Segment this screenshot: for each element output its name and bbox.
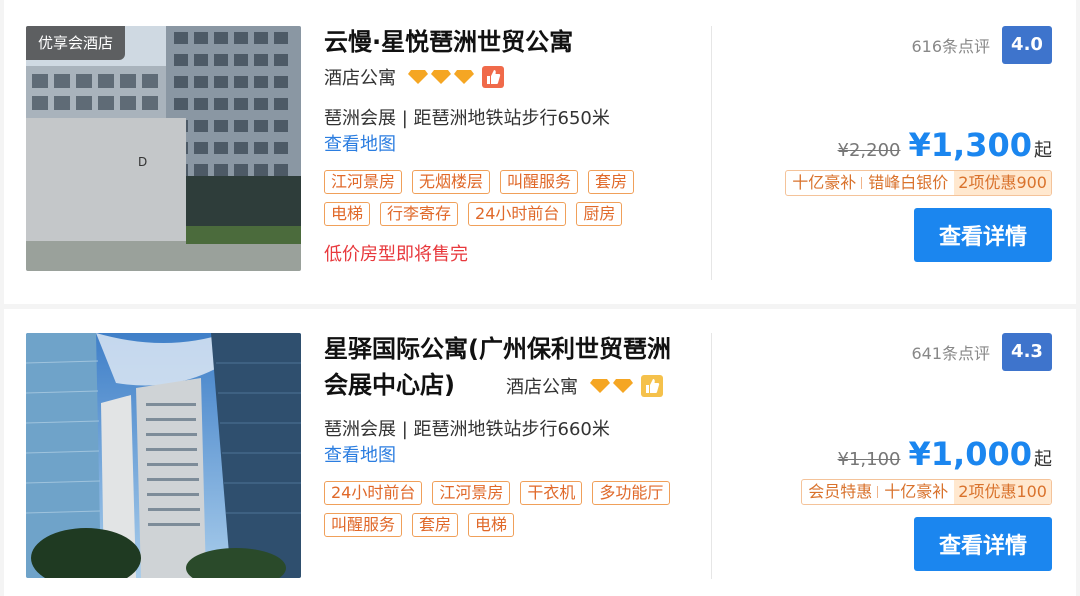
price-row: ¥2,200 ¥1,300 起 (742, 126, 1052, 164)
current-price: ¥1,300 (908, 126, 1032, 164)
hotel-location: 琶洲会展 | 距琶洲地铁站步行660米 (324, 419, 610, 440)
hotel-card[interactable]: D 优享会酒店 云慢·星悦琶洲世贸公寓 酒店公寓 琶洲会展 | 距琶洲地铁站步行… (4, 0, 1076, 304)
view-details-button[interactable]: 查看详情 (914, 208, 1052, 262)
promo-row: 会员特惠 十亿豪补 2项优惠100 (742, 479, 1052, 505)
promo-badge[interactable]: 会员特惠 十亿豪补 2项优惠100 (801, 479, 1052, 505)
divider (711, 333, 712, 579)
amenity-tag: 江河景房 (324, 170, 403, 194)
premium-hotel-badge: 优享会酒店 (26, 26, 126, 60)
hotel-card[interactable]: 星驿国际公寓(广州保利世贸琶洲会展中心店) 酒店公寓 琶洲会展 | 距琶洲地铁站… (4, 309, 1076, 596)
price-suffix: 起 (1034, 140, 1052, 161)
hotel-info: 星驿国际公寓(广州保利世贸琶洲会展中心店) 酒店公寓 琶洲会展 | 距琶洲地铁站… (324, 331, 694, 537)
price-panel: 616条点评 4.0 ¥2,200 ¥1,300 起 十亿豪补 错峰白银价 2项… (742, 26, 1052, 262)
hotel-name[interactable]: 云慢·星悦琶洲世贸公寓 (324, 24, 694, 60)
rating-score-badge: 4.3 (1002, 333, 1052, 371)
promo-label: 错峰白银价 (868, 173, 949, 192)
amenity-tag: 江河景房 (432, 481, 511, 505)
amenity-tags: 江河景房 无烟楼层 叫醒服务 套房 电梯 行李寄存 24小时前台 厨房 (324, 170, 684, 226)
diamond-icon (408, 70, 428, 84)
amenity-tag: 24小时前台 (468, 202, 567, 226)
amenity-tag: 电梯 (324, 202, 371, 226)
button-row: 查看详情 (742, 208, 1052, 262)
promo-label: 会员特惠 (802, 480, 879, 504)
amenity-tag: 套房 (412, 513, 459, 537)
hotel-photo-image: D (26, 26, 301, 271)
diamond-icon (454, 70, 474, 84)
hotel-photo[interactable] (26, 333, 301, 578)
diamond-rating (408, 70, 474, 84)
amenity-tag: 叫醒服务 (324, 513, 403, 537)
rating-row: 616条点评 4.0 (742, 26, 1052, 64)
amenity-tag: 干衣机 (520, 481, 583, 505)
view-map-link[interactable]: 查看地图 (324, 132, 694, 158)
amenity-tag: 套房 (588, 170, 635, 194)
promo-row: 十亿豪补 错峰白银价 2项优惠900 (742, 170, 1052, 196)
hotel-type-row: 酒店公寓 (506, 371, 663, 401)
amenity-tag: 多功能厅 (592, 481, 671, 505)
hotel-location: 琶洲会展 | 距琶洲地铁站步行650米 (324, 108, 610, 129)
review-count[interactable]: 616条点评 (911, 33, 990, 57)
review-count[interactable]: 641条点评 (911, 340, 990, 364)
divider (711, 26, 712, 280)
view-map-link[interactable]: 查看地图 (324, 443, 694, 469)
amenity-tag: 无烟楼层 (412, 170, 491, 194)
amenity-tag: 厨房 (576, 202, 623, 226)
diamond-icon (590, 379, 610, 393)
button-row: 查看详情 (742, 517, 1052, 571)
hotel-type: 酒店公寓 (506, 377, 578, 398)
diamond-rating (590, 379, 633, 393)
hotel-type: 酒店公寓 (324, 68, 396, 89)
hotel-list: D 优享会酒店 云慢·星悦琶洲世贸公寓 酒店公寓 琶洲会展 | 距琶洲地铁站步行… (0, 0, 1080, 596)
rating-score-badge: 4.0 (1002, 26, 1052, 64)
current-price: ¥1,000 (908, 435, 1032, 473)
amenity-tag: 叫醒服务 (500, 170, 579, 194)
amenity-tag: 行李寄存 (380, 202, 459, 226)
discount-summary: 2项优惠100 (954, 480, 1051, 504)
amenity-tag: 24小时前台 (324, 481, 423, 505)
promo-label: 十亿豪补 (786, 171, 863, 195)
amenity-tags: 24小时前台 江河景房 干衣机 多功能厅 叫醒服务 套房 电梯 (324, 481, 684, 537)
hotel-photo[interactable]: D 优享会酒店 (26, 26, 301, 271)
hotel-info: 云慢·星悦琶洲世贸公寓 酒店公寓 琶洲会展 | 距琶洲地铁站步行650米 查看地… (324, 24, 694, 266)
diamond-icon (613, 379, 633, 393)
low-stock-warning: 低价房型即将售完 (324, 244, 468, 265)
discount-summary: 2项优惠900 (954, 171, 1051, 195)
promo-badge[interactable]: 十亿豪补 错峰白银价 2项优惠900 (785, 170, 1052, 196)
hotel-type-row: 酒店公寓 (324, 62, 694, 92)
svg-text:D: D (138, 155, 147, 169)
original-price: ¥1,100 (837, 449, 901, 470)
rating-row: 641条点评 4.3 (742, 333, 1052, 371)
amenity-tag: 电梯 (468, 513, 515, 537)
price-panel: 641条点评 4.3 ¥1,100 ¥1,000 起 会员特惠 十亿豪补 2项优… (742, 333, 1052, 571)
diamond-icon (431, 70, 451, 84)
original-price: ¥2,200 (837, 140, 901, 161)
hotel-photo-image (26, 333, 301, 578)
promo-label: 十亿豪补 (884, 482, 949, 501)
view-details-button[interactable]: 查看详情 (914, 517, 1052, 571)
recommend-thumbs-up-icon (641, 375, 663, 397)
price-row: ¥1,100 ¥1,000 起 (742, 435, 1052, 473)
price-suffix: 起 (1034, 449, 1052, 470)
recommend-thumbs-up-icon (482, 66, 504, 88)
